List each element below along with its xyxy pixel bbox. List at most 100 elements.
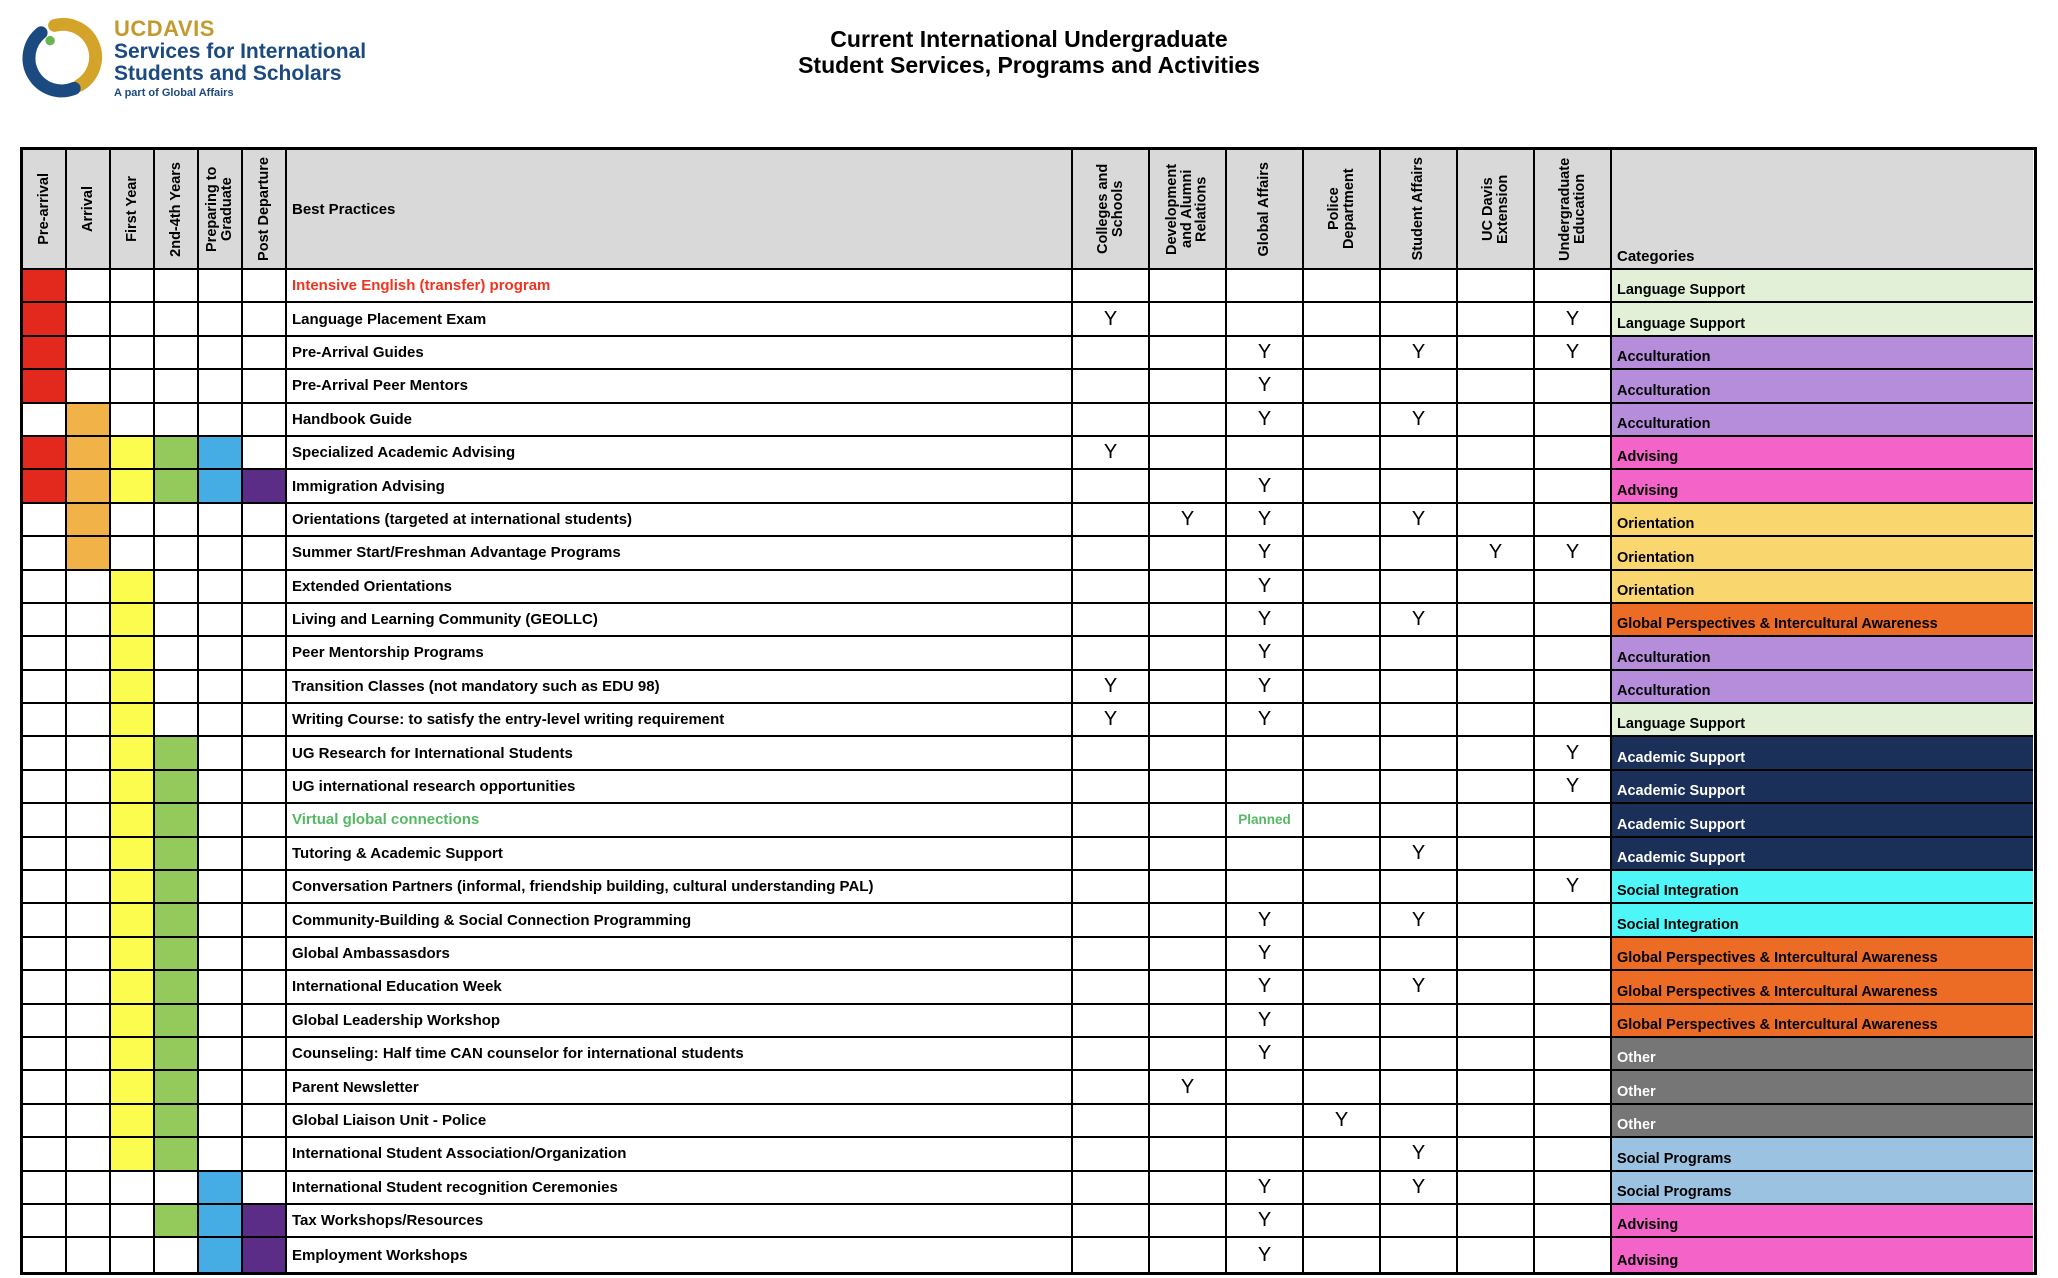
org-cell-undergraduate-education: Y bbox=[1535, 737, 1612, 770]
table-row: International Education WeekYYGlobal Per… bbox=[23, 971, 2034, 1004]
org-cell-police-department bbox=[1304, 938, 1381, 971]
timeline-cell-preparing-to-graduate bbox=[199, 737, 243, 770]
timeline-cell-preparing-to-graduate bbox=[199, 571, 243, 604]
org-cell-colleges-and-schools bbox=[1073, 1205, 1150, 1238]
org-header-label: Undergraduate Education bbox=[1558, 153, 1588, 265]
timeline-cell-arrival bbox=[67, 771, 111, 804]
timeline-header-pre-arrival: Pre-arrival bbox=[23, 150, 67, 270]
org-cell-development-and-alumni-relations bbox=[1150, 1172, 1227, 1205]
timeline-cell-arrival bbox=[67, 270, 111, 303]
timeline-cell-arrival bbox=[67, 838, 111, 871]
org-cell-student-affairs bbox=[1381, 771, 1458, 804]
timeline-cell-first-year bbox=[111, 437, 155, 470]
org-cell-student-affairs bbox=[1381, 871, 1458, 904]
timeline-cell-2nd-4th-years bbox=[155, 1105, 199, 1138]
practice-cell: Orientations (targeted at international … bbox=[287, 504, 1073, 537]
timeline-cell-first-year bbox=[111, 1005, 155, 1038]
practice-cell: Specialized Academic Advising bbox=[287, 437, 1073, 470]
timeline-cell-preparing-to-graduate bbox=[199, 1105, 243, 1138]
org-cell-student-affairs bbox=[1381, 1105, 1458, 1138]
timeline-cell-preparing-to-graduate bbox=[199, 871, 243, 904]
table-row: Orientations (targeted at international … bbox=[23, 504, 2034, 537]
timeline-cell-post-departure bbox=[243, 671, 287, 704]
timeline-cell-first-year bbox=[111, 470, 155, 503]
category-cell: Orientation bbox=[1612, 504, 2033, 537]
org-cell-global-affairs: Planned bbox=[1227, 804, 1304, 837]
org-cell-police-department bbox=[1304, 904, 1381, 937]
timeline-cell-2nd-4th-years bbox=[155, 504, 199, 537]
timeline-cell-arrival bbox=[67, 1238, 111, 1271]
timeline-cell-2nd-4th-years bbox=[155, 671, 199, 704]
timeline-cell-2nd-4th-years bbox=[155, 1205, 199, 1238]
timeline-cell-pre-arrival bbox=[23, 804, 67, 837]
org-cell-uc-davis-extension bbox=[1458, 838, 1535, 871]
table-row: Tutoring & Academic SupportYAcademic Sup… bbox=[23, 838, 2034, 871]
org-cell-student-affairs bbox=[1381, 737, 1458, 770]
org-cell-police-department bbox=[1304, 437, 1381, 470]
timeline-cell-2nd-4th-years bbox=[155, 470, 199, 503]
org-cell-development-and-alumni-relations bbox=[1150, 337, 1227, 370]
timeline-cell-first-year bbox=[111, 938, 155, 971]
org-cell-police-department bbox=[1304, 303, 1381, 336]
timeline-cell-arrival bbox=[67, 337, 111, 370]
org-cell-police-department bbox=[1304, 537, 1381, 570]
timeline-cell-arrival bbox=[67, 1105, 111, 1138]
timeline-cell-2nd-4th-years bbox=[155, 604, 199, 637]
table-row: Parent NewsletterYOther bbox=[23, 1071, 2034, 1104]
org-cell-global-affairs bbox=[1227, 1071, 1304, 1104]
org-cell-development-and-alumni-relations bbox=[1150, 971, 1227, 1004]
org-cell-global-affairs bbox=[1227, 270, 1304, 303]
org-cell-undergraduate-education bbox=[1535, 1205, 1612, 1238]
timeline-cell-2nd-4th-years bbox=[155, 1005, 199, 1038]
timeline-cell-arrival bbox=[67, 904, 111, 937]
timeline-cell-first-year bbox=[111, 737, 155, 770]
table-row: Pre-Arrival Peer MentorsYAcculturation bbox=[23, 370, 2034, 403]
table-row: Conversation Partners (informal, friends… bbox=[23, 871, 2034, 904]
org-cell-colleges-and-schools bbox=[1073, 537, 1150, 570]
timeline-cell-arrival bbox=[67, 671, 111, 704]
org-cell-uc-davis-extension bbox=[1458, 904, 1535, 937]
org-cell-uc-davis-extension bbox=[1458, 971, 1535, 1004]
timeline-cell-preparing-to-graduate bbox=[199, 671, 243, 704]
category-cell: Advising bbox=[1612, 470, 2033, 503]
org-cell-global-affairs: Y bbox=[1227, 971, 1304, 1004]
timeline-cell-pre-arrival bbox=[23, 971, 67, 1004]
timeline-cell-first-year bbox=[111, 504, 155, 537]
table-row: Handbook GuideYYAcculturation bbox=[23, 404, 2034, 437]
practice-cell: Counseling: Half time CAN counselor for … bbox=[287, 1038, 1073, 1071]
timeline-header-label: Arrival bbox=[81, 186, 96, 232]
timeline-cell-preparing-to-graduate bbox=[199, 771, 243, 804]
org-cell-police-department bbox=[1304, 337, 1381, 370]
timeline-header-first-year: First Year bbox=[111, 150, 155, 270]
table-row: Immigration AdvisingYAdvising bbox=[23, 470, 2034, 503]
org-cell-student-affairs bbox=[1381, 537, 1458, 570]
timeline-cell-first-year bbox=[111, 838, 155, 871]
timeline-cell-first-year bbox=[111, 1138, 155, 1171]
org-cell-uc-davis-extension bbox=[1458, 771, 1535, 804]
timeline-cell-post-departure bbox=[243, 437, 287, 470]
timeline-cell-2nd-4th-years bbox=[155, 1138, 199, 1171]
timeline-cell-arrival bbox=[67, 871, 111, 904]
org-cell-global-affairs bbox=[1227, 437, 1304, 470]
org-cell-uc-davis-extension bbox=[1458, 938, 1535, 971]
timeline-cell-preparing-to-graduate bbox=[199, 637, 243, 670]
org-cell-uc-davis-extension bbox=[1458, 637, 1535, 670]
timeline-cell-preparing-to-graduate bbox=[199, 1038, 243, 1071]
org-header-label: UC Davis Extension bbox=[1481, 153, 1511, 265]
timeline-cell-pre-arrival bbox=[23, 1071, 67, 1104]
org-cell-development-and-alumni-relations bbox=[1150, 571, 1227, 604]
org-cell-uc-davis-extension bbox=[1458, 270, 1535, 303]
timeline-cell-pre-arrival bbox=[23, 404, 67, 437]
timeline-cell-first-year bbox=[111, 270, 155, 303]
category-cell: Social Integration bbox=[1612, 871, 2033, 904]
org-cell-undergraduate-education: Y bbox=[1535, 537, 1612, 570]
org-cell-development-and-alumni-relations bbox=[1150, 1105, 1227, 1138]
org-cell-student-affairs bbox=[1381, 370, 1458, 403]
org-cell-police-department bbox=[1304, 370, 1381, 403]
org-cell-global-affairs: Y bbox=[1227, 1205, 1304, 1238]
org-cell-global-affairs: Y bbox=[1227, 604, 1304, 637]
org-cell-police-department bbox=[1304, 404, 1381, 437]
category-cell: Other bbox=[1612, 1105, 2033, 1138]
org-cell-global-affairs bbox=[1227, 1138, 1304, 1171]
org-cell-student-affairs: Y bbox=[1381, 337, 1458, 370]
